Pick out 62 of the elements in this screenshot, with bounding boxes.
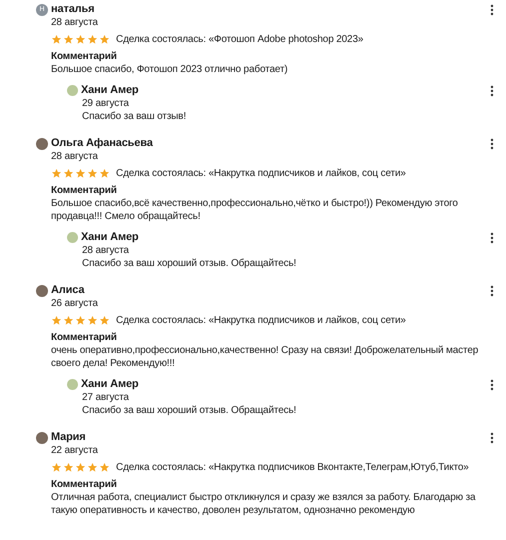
- reviewer-name: наталья: [51, 3, 94, 16]
- review-date: 28 августа: [51, 150, 99, 163]
- comment-text: очень оперативно,профессионально,качественно! Сразу на связи! Доброжелательный мастер своего дела! Рекомендую!!!: [51, 344, 480, 370]
- star-icon: [87, 315, 98, 326]
- star-icon: [51, 315, 62, 326]
- star-icon: [99, 315, 110, 326]
- star-icon: [99, 34, 110, 45]
- star-icon: [51, 168, 62, 179]
- star-icon: [63, 168, 74, 179]
- comment-label: Комментарий: [51, 331, 118, 344]
- reply-text: Спасибо за ваш отзыв!: [82, 110, 187, 123]
- star-icon: [99, 168, 110, 179]
- star-icon: [75, 34, 86, 45]
- deal-title: Сделка состоялась: «Фотошоп Adobe photoshop 2023»: [116, 33, 364, 46]
- review-date: 28 августа: [51, 16, 99, 29]
- reviewer-name: Ольга Афанасьева: [51, 137, 153, 150]
- star-icon: [87, 34, 98, 45]
- star-icon: [87, 168, 98, 179]
- star-icon: [63, 34, 74, 45]
- star-icon: [99, 462, 110, 473]
- star-icon: [75, 168, 86, 179]
- seller-name: Хани Амер: [81, 231, 138, 244]
- star-icon: [51, 462, 62, 473]
- avatar-photo-placeholder: [36, 138, 48, 150]
- seller-name: Хани Амер: [81, 378, 138, 391]
- more-options-icon[interactable]: [490, 84, 494, 96]
- deal-title: Сделка состоялась: «Накрутка подписчиков и лайков, соц сети»: [116, 314, 406, 327]
- comment-text: Большое спасибо,всё качественно,профессионально,чётко и быстро!)) Рекомендую этого продавца!!! Смело обращайтесь!: [51, 197, 459, 223]
- reviewer-name: Алиса: [51, 284, 84, 297]
- reply-date: 27 августа: [82, 391, 130, 404]
- more-options-icon[interactable]: [490, 4, 494, 16]
- more-options-icon[interactable]: [490, 432, 494, 444]
- more-options-icon[interactable]: [490, 138, 494, 150]
- more-options-icon[interactable]: [490, 232, 494, 244]
- comment-label: Комментарий: [51, 478, 118, 491]
- star-icon: [51, 34, 62, 45]
- comment-text: Большое спасибо, Фотошоп 2023 отлично работает): [51, 63, 289, 76]
- avatar-photo-placeholder: [67, 379, 78, 390]
- review-date: 22 августа: [51, 444, 99, 457]
- comment-text: Отличная работа, специалист быстро откликнулся и сразу же взялся за работу. Благодарю за такую оперативность и качество, доволен результатом, однозначно рекомендую: [51, 491, 476, 517]
- more-options-icon[interactable]: [490, 378, 494, 390]
- reply-text: Спасибо за ваш хороший отзыв. Обращайтесь!: [82, 257, 298, 270]
- avatar-photo-placeholder: [67, 232, 78, 243]
- avatar-photo-placeholder: [36, 432, 48, 444]
- seller-name: Хани Амер: [81, 84, 138, 97]
- star-icon: [63, 462, 74, 473]
- reply-date: 29 августа: [82, 97, 130, 110]
- comment-label: Комментарий: [51, 184, 118, 197]
- avatar-photo-placeholder: [67, 85, 78, 96]
- star-icon: [75, 462, 86, 473]
- star-icon: [87, 462, 98, 473]
- more-options-icon[interactable]: [490, 284, 494, 296]
- reply-date: 28 августа: [82, 244, 130, 257]
- reply-text: Спасибо за ваш хороший отзыв. Обращайтесь!: [82, 404, 298, 417]
- review-date: 26 августа: [51, 297, 99, 310]
- star-icon: [63, 315, 74, 326]
- deal-title: Сделка состоялась: «Накрутка подписчиков Вконтакте,Телеграм,Ютуб,Тикто»: [116, 461, 469, 474]
- reviewer-name: Мария: [51, 431, 86, 444]
- avatar-photo-placeholder: [36, 284, 48, 296]
- comment-label: Комментарий: [51, 50, 118, 63]
- deal-title: Сделка состоялась: «Накрутка подписчиков и лайков, соц сети»: [116, 167, 406, 180]
- star-icon: [75, 315, 86, 326]
